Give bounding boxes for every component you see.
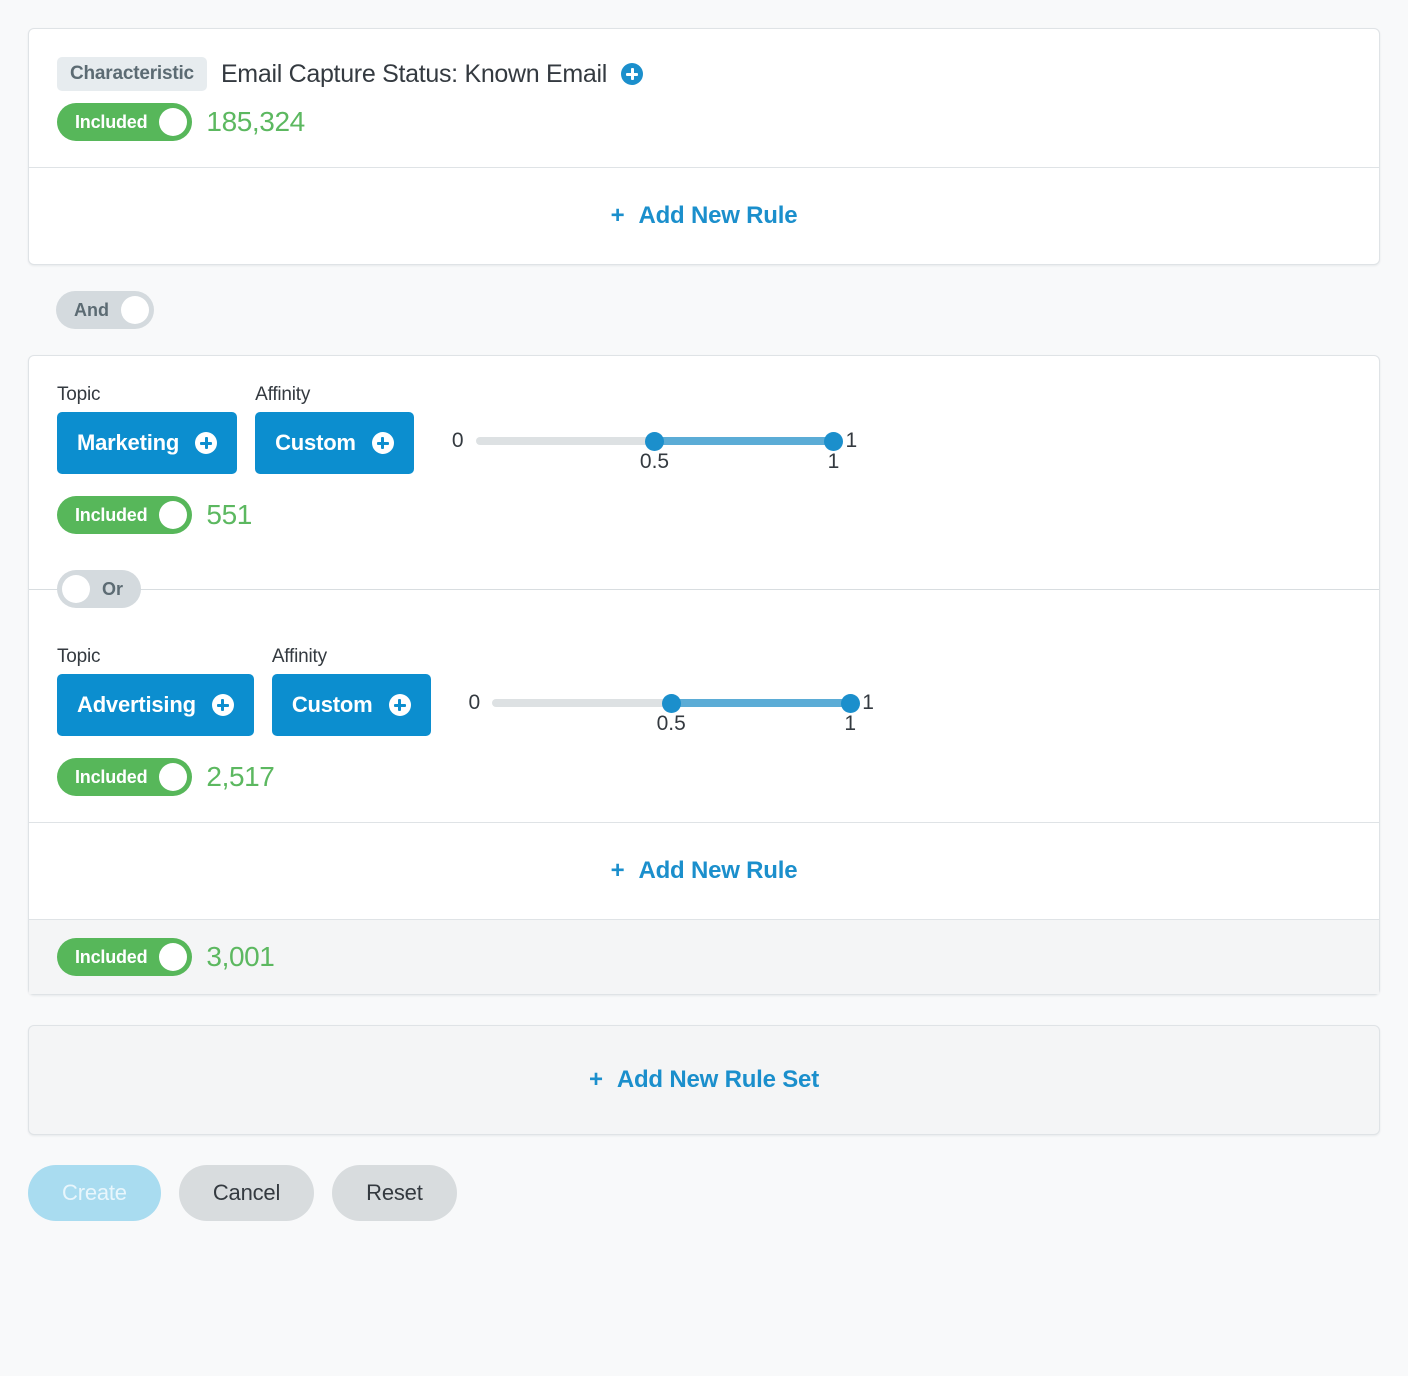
rule-row-advertising: Topic Advertising Affinity Custom 0 0.5 …	[29, 618, 1379, 822]
characteristic-badge: Characteristic	[57, 57, 207, 91]
plus-circle-icon	[388, 694, 411, 716]
add-new-rule-set-link: + Add New Rule Set	[589, 1066, 819, 1094]
cancel-button[interactable]: Cancel	[178, 1165, 315, 1221]
slider-fill	[671, 699, 851, 707]
rule-1-inclusion-row: Included 551	[57, 496, 1351, 534]
toggle-knob	[159, 108, 188, 136]
range-slider[interactable]: 0.5 1	[475, 424, 843, 473]
toggle-knob	[121, 296, 149, 324]
slider-handle-low[interactable]	[645, 432, 664, 451]
rule-2-inclusion-row: Included 2,517	[57, 758, 1351, 796]
audience-count: 185,324	[206, 106, 305, 137]
add-new-rule-link: + Add New Rule	[611, 202, 798, 230]
slider-handle-high[interactable]	[840, 694, 860, 713]
add-new-rule-label: Add New Rule	[638, 857, 798, 884]
plus-circle-icon	[211, 694, 234, 716]
slider-max-label: 1	[862, 691, 874, 714]
affinity-value: Custom	[291, 692, 373, 717]
rule-row-marketing: Topic Marketing Affinity Custom 0 0.5 1 …	[29, 356, 1379, 560]
plus-circle-icon	[195, 432, 218, 454]
plus-glyph-icon: +	[610, 202, 625, 229]
characteristic-row: Characteristic Email Capture Status: Kno…	[57, 57, 1351, 91]
slider-min-label: 0	[468, 691, 481, 714]
topic-value: Advertising	[77, 692, 196, 717]
included-toggle[interactable]: Included	[57, 758, 193, 796]
add-new-rule-label: Add New Rule	[638, 202, 798, 229]
rule-set-2: Topic Marketing Affinity Custom 0 0.5 1 …	[28, 355, 1380, 995]
affinity-label: Affinity	[271, 646, 327, 667]
topic-value: Marketing	[77, 430, 180, 455]
or-toggle-label: Or	[102, 578, 124, 599]
range-slider[interactable]: 0.5 1	[492, 686, 860, 735]
audience-count: 551	[206, 499, 252, 530]
summary-inclusion-row: Included 3,001	[57, 938, 1351, 976]
and-or-toggle-top[interactable]: And	[56, 291, 154, 329]
topic-select-advertising[interactable]: Advertising	[57, 674, 254, 736]
included-toggle-label: Included	[75, 504, 148, 525]
and-or-toggle-inner[interactable]: Or	[57, 570, 142, 608]
reset-button[interactable]: Reset	[332, 1165, 457, 1221]
add-new-rule-set-button[interactable]: + Add New Rule Set	[28, 1025, 1380, 1135]
and-toggle-label: And	[74, 299, 109, 320]
slider-handle-low[interactable]	[661, 694, 681, 713]
plus-glyph-icon: +	[589, 1066, 603, 1093]
topic-field: Topic Advertising	[57, 646, 254, 736]
rule-set-1-body: Characteristic Email Capture Status: Kno…	[29, 29, 1379, 167]
add-new-rule-button-2[interactable]: + Add New Rule	[29, 823, 1379, 919]
form-actions: Create Cancel Reset	[28, 1165, 1380, 1221]
toggle-knob	[62, 575, 90, 603]
slider-tick-high: 1	[827, 450, 840, 473]
connector-and: And	[56, 291, 1380, 329]
or-divider-line	[29, 589, 1379, 590]
add-characteristic-plus-circle-icon[interactable]	[621, 63, 644, 85]
slider-min-label: 0	[451, 429, 464, 452]
affinity-value: Custom	[275, 430, 356, 455]
affinity-slider-2: 0 0.5 1 1	[469, 686, 874, 736]
affinity-field: Affinity Custom	[271, 646, 431, 736]
add-new-rule-button-1[interactable]: + Add New Rule	[29, 168, 1379, 264]
topic-label: Topic	[57, 646, 101, 667]
topic-select-marketing[interactable]: Marketing	[57, 412, 238, 474]
plus-circle-icon	[371, 432, 394, 454]
affinity-label: Affinity	[255, 384, 311, 405]
toggle-knob	[159, 943, 188, 971]
included-toggle[interactable]: Included	[57, 103, 193, 141]
slider-max-label: 1	[845, 429, 858, 452]
slider-tick-low: 0.5	[656, 712, 686, 735]
toggle-knob	[159, 501, 188, 529]
included-toggle[interactable]: Included	[57, 496, 193, 534]
rule-set-2-summary: Included 3,001	[29, 919, 1379, 994]
slider-fill	[654, 437, 834, 445]
topic-field: Topic Marketing	[57, 384, 238, 474]
affinity-select-custom[interactable]: Custom	[255, 412, 414, 474]
affinity-slider-1: 0 0.5 1 1	[452, 424, 857, 474]
slider-tick-low: 0.5	[639, 450, 670, 473]
audience-rule-builder: Characteristic Email Capture Status: Kno…	[0, 0, 1408, 1376]
slider-tick-high: 1	[844, 712, 857, 735]
add-new-rule-set-label: Add New Rule Set	[616, 1066, 819, 1093]
audience-count: 3,001	[206, 941, 275, 972]
create-button[interactable]: Create	[28, 1165, 161, 1221]
toggle-knob	[159, 763, 188, 791]
affinity-select-custom[interactable]: Custom	[271, 674, 431, 736]
plus-glyph-icon: +	[610, 857, 625, 884]
included-toggle-label: Included	[75, 766, 148, 787]
rule-fields: Topic Marketing Affinity Custom 0 0.5 1 …	[57, 384, 1351, 474]
included-toggle[interactable]: Included	[57, 938, 193, 976]
rule-set-1: Characteristic Email Capture Status: Kno…	[28, 28, 1380, 265]
included-toggle-label: Included	[75, 946, 148, 967]
characteristic-title: Email Capture Status: Known Email	[220, 59, 608, 88]
slider-handle-high[interactable]	[824, 432, 843, 451]
add-new-rule-link: + Add New Rule	[611, 857, 798, 885]
included-toggle-label: Included	[75, 111, 148, 132]
topic-label: Topic	[57, 384, 101, 405]
rule-set-1-inclusion-row: Included 185,324	[57, 103, 1351, 141]
connector-or: Or	[29, 560, 1379, 618]
affinity-field: Affinity Custom	[255, 384, 414, 474]
rule-fields: Topic Advertising Affinity Custom 0 0.5 …	[57, 646, 1351, 736]
audience-count: 2,517	[206, 761, 275, 792]
